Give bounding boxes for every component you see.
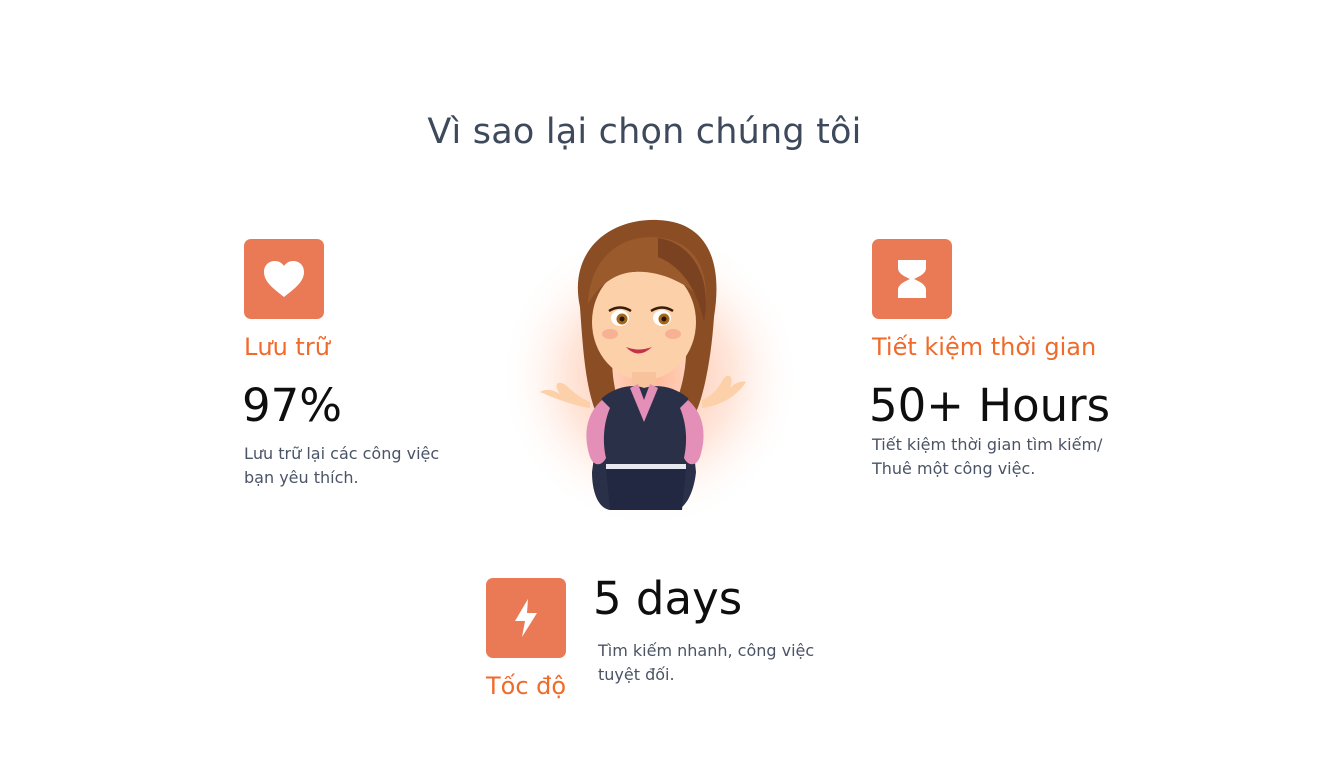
desc-storage-line2: bạn yêu thích. bbox=[244, 468, 359, 487]
stat-speed: 5 days bbox=[593, 572, 743, 625]
feature-title-speed: Tốc độ bbox=[486, 672, 567, 700]
hourglass-icon bbox=[898, 260, 926, 298]
heart-icon bbox=[264, 261, 304, 297]
hero-illustration bbox=[498, 212, 802, 534]
desc-speed-line2: tuyệt đối. bbox=[598, 665, 675, 684]
desc-storage-line1: Lưu trữ lại các công việc bbox=[244, 444, 440, 463]
desc-time-line2: Thuê một công việc. bbox=[872, 459, 1036, 478]
desc-time-line1: Tiết kiệm thời gian tìm kiếm/ bbox=[872, 435, 1103, 454]
speed-icon-box bbox=[486, 578, 566, 658]
time-icon-box bbox=[872, 239, 952, 319]
desc-time: Tiết kiệm thời gian tìm kiếm/ Thuê một c… bbox=[872, 433, 1122, 481]
stat-time: 50+ Hours bbox=[869, 379, 1111, 432]
woman-illustration bbox=[498, 219, 802, 529]
section-title: Vì sao lại chọn chúng tôi bbox=[427, 112, 862, 152]
desc-speed: Tìm kiếm nhanh, công việc tuyệt đối. bbox=[598, 639, 838, 687]
feature-title-storage: Lưu trữ bbox=[244, 333, 330, 361]
lightning-icon bbox=[515, 599, 537, 637]
storage-icon-box bbox=[244, 239, 324, 319]
stat-storage: 97% bbox=[242, 379, 343, 432]
feature-title-time: Tiết kiệm thời gian bbox=[872, 333, 1097, 361]
desc-speed-line1: Tìm kiếm nhanh, công việc bbox=[598, 641, 815, 660]
desc-storage: Lưu trữ lại các công việc bạn yêu thích. bbox=[244, 442, 474, 490]
